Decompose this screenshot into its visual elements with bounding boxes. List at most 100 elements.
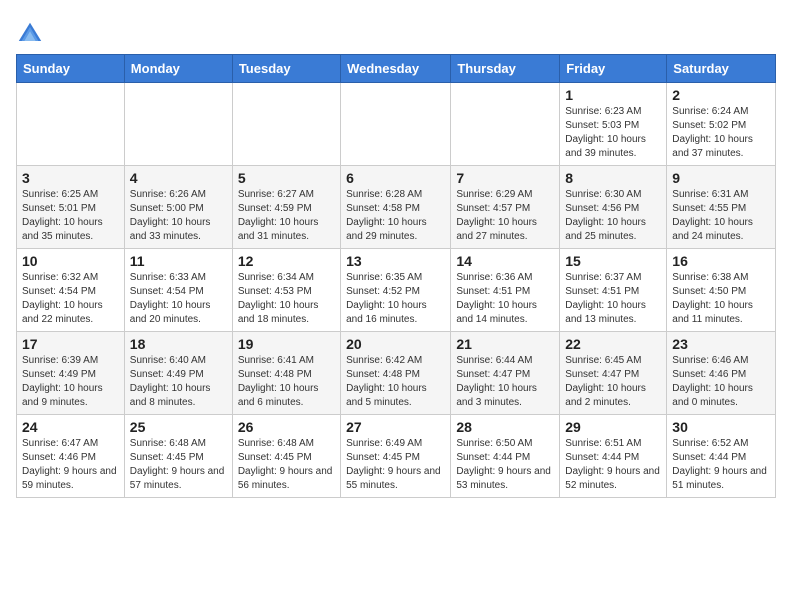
calendar-cell: 22Sunrise: 6:45 AM Sunset: 4:47 PM Dayli… — [560, 332, 667, 415]
calendar-cell: 8 Sunrise: 6:30 AM Sunset: 4:56 PM Daylig… — [560, 166, 667, 249]
calendar-body: 1Sunrise: 6:23 AM Sunset: 5:03 PM Daylig… — [17, 83, 776, 498]
calendar-cell — [232, 83, 340, 166]
header-row — [16, 16, 776, 48]
cell-info: Sunrise: 6:28 AM Sunset: 4:58 PM Dayligh… — [346, 188, 445, 244]
cell-info: Sunrise: 6:42 AM Sunset: 4:48 PM Dayligh… — [346, 354, 445, 410]
cell-info: Sunrise: 6:27 AM Sunset: 4:59 PM Dayligh… — [238, 188, 335, 244]
day-of-week-header: Tuesday — [232, 55, 340, 83]
cell-day-number: 13 — [346, 253, 445, 269]
calendar-cell: 4 Sunrise: 6:26 AM Sunset: 5:00 PM Daylig… — [124, 166, 232, 249]
calendar-cell: 2 Sunrise: 6:24 AM Sunset: 5:02 PM Daylig… — [667, 83, 776, 166]
cell-day-number: 29 — [565, 419, 661, 435]
calendar-cell: 28 Sunrise: 6:50 AM Sunset: 4:44 PM Dayli… — [451, 415, 560, 498]
cell-day-number: 20 — [346, 336, 445, 352]
cell-day-number: 5 — [238, 170, 335, 186]
calendar-cell — [341, 83, 451, 166]
cell-day-number: 1 — [565, 87, 661, 103]
cell-info: Sunrise: 6:52 AM Sunset: 4:44 PM Dayligh… — [672, 437, 770, 493]
cell-info: Sunrise: 6:48 AM Sunset: 4:45 PM Dayligh… — [238, 437, 335, 493]
cell-day-number: 9 — [672, 170, 770, 186]
calendar-cell — [451, 83, 560, 166]
calendar-cell: 13 Sunrise: 6:35 AM Sunset: 4:52 PM Dayli… — [341, 249, 451, 332]
calendar-cell — [17, 83, 125, 166]
calendar-cell: 30 Sunrise: 6:52 AM Sunset: 4:44 PM Dayli… — [667, 415, 776, 498]
calendar-table: SundayMondayTuesdayWednesdayThursdayFrid… — [16, 54, 776, 498]
calendar-cell: 20 Sunrise: 6:42 AM Sunset: 4:48 PM Dayli… — [341, 332, 451, 415]
calendar-cell: 11 Sunrise: 6:33 AM Sunset: 4:54 PM Dayli… — [124, 249, 232, 332]
cell-info: Sunrise: 6:31 AM Sunset: 4:55 PM Dayligh… — [672, 188, 770, 244]
cell-day-number: 30 — [672, 419, 770, 435]
header-row: SundayMondayTuesdayWednesdayThursdayFrid… — [17, 55, 776, 83]
cell-info: Sunrise: 6:49 AM Sunset: 4:45 PM Dayligh… — [346, 437, 445, 493]
cell-info: Sunrise: 6:39 AM Sunset: 4:49 PM Dayligh… — [22, 354, 119, 410]
cell-info: Sunrise: 6:26 AM Sunset: 5:00 PM Dayligh… — [130, 188, 227, 244]
calendar-cell: 12 Sunrise: 6:34 AM Sunset: 4:53 PM Dayli… — [232, 249, 340, 332]
calendar-cell: 7 Sunrise: 6:29 AM Sunset: 4:57 PM Daylig… — [451, 166, 560, 249]
cell-info: Sunrise: 6:33 AM Sunset: 4:54 PM Dayligh… — [130, 271, 227, 327]
calendar-cell: 15Sunrise: 6:37 AM Sunset: 4:51 PM Dayli… — [560, 249, 667, 332]
cell-info: Sunrise: 6:32 AM Sunset: 4:54 PM Dayligh… — [22, 271, 119, 327]
calendar-cell: 3 Sunrise: 6:25 AM Sunset: 5:01 PM Daylig… — [17, 166, 125, 249]
cell-day-number: 26 — [238, 419, 335, 435]
cell-day-number: 24 — [22, 419, 119, 435]
cell-day-number: 6 — [346, 170, 445, 186]
calendar-cell: 21Sunrise: 6:44 AM Sunset: 4:47 PM Dayli… — [451, 332, 560, 415]
calendar-cell: 24Sunrise: 6:47 AM Sunset: 4:46 PM Dayli… — [17, 415, 125, 498]
cell-day-number: 19 — [238, 336, 335, 352]
logo — [16, 20, 48, 48]
calendar-cell: 9 Sunrise: 6:31 AM Sunset: 4:55 PM Daylig… — [667, 166, 776, 249]
calendar-cell — [124, 83, 232, 166]
cell-info: Sunrise: 6:48 AM Sunset: 4:45 PM Dayligh… — [130, 437, 227, 493]
cell-day-number: 27 — [346, 419, 445, 435]
day-of-week-header: Saturday — [667, 55, 776, 83]
cell-day-number: 25 — [130, 419, 227, 435]
day-of-week-header: Sunday — [17, 55, 125, 83]
cell-day-number: 4 — [130, 170, 227, 186]
cell-day-number: 12 — [238, 253, 335, 269]
day-of-week-header: Wednesday — [341, 55, 451, 83]
cell-info: Sunrise: 6:38 AM Sunset: 4:50 PM Dayligh… — [672, 271, 770, 327]
calendar-cell: 14Sunrise: 6:36 AM Sunset: 4:51 PM Dayli… — [451, 249, 560, 332]
calendar-week-row: 17 Sunrise: 6:39 AM Sunset: 4:49 PM Dayli… — [17, 332, 776, 415]
logo-icon — [16, 20, 44, 48]
cell-day-number: 16 — [672, 253, 770, 269]
cell-info: Sunrise: 6:30 AM Sunset: 4:56 PM Dayligh… — [565, 188, 661, 244]
calendar-week-row: 10 Sunrise: 6:32 AM Sunset: 4:54 PM Dayli… — [17, 249, 776, 332]
page: SundayMondayTuesdayWednesdayThursdayFrid… — [0, 0, 792, 508]
calendar-cell: 10 Sunrise: 6:32 AM Sunset: 4:54 PM Dayli… — [17, 249, 125, 332]
cell-day-number: 3 — [22, 170, 119, 186]
cell-info: Sunrise: 6:41 AM Sunset: 4:48 PM Dayligh… — [238, 354, 335, 410]
calendar-week-row: 3 Sunrise: 6:25 AM Sunset: 5:01 PM Daylig… — [17, 166, 776, 249]
calendar-cell: 18Sunrise: 6:40 AM Sunset: 4:49 PM Dayli… — [124, 332, 232, 415]
calendar-cell: 16 Sunrise: 6:38 AM Sunset: 4:50 PM Dayli… — [667, 249, 776, 332]
cell-info: Sunrise: 6:51 AM Sunset: 4:44 PM Dayligh… — [565, 437, 661, 493]
calendar-week-row: 1Sunrise: 6:23 AM Sunset: 5:03 PM Daylig… — [17, 83, 776, 166]
cell-info: Sunrise: 6:24 AM Sunset: 5:02 PM Dayligh… — [672, 105, 770, 161]
calendar-cell: 1Sunrise: 6:23 AM Sunset: 5:03 PM Daylig… — [560, 83, 667, 166]
calendar-cell: 17 Sunrise: 6:39 AM Sunset: 4:49 PM Dayli… — [17, 332, 125, 415]
cell-day-number: 8 — [565, 170, 661, 186]
cell-day-number: 15 — [565, 253, 661, 269]
calendar-cell: 26 Sunrise: 6:48 AM Sunset: 4:45 PM Dayli… — [232, 415, 340, 498]
cell-info: Sunrise: 6:34 AM Sunset: 4:53 PM Dayligh… — [238, 271, 335, 327]
calendar-cell: 27 Sunrise: 6:49 AM Sunset: 4:45 PM Dayli… — [341, 415, 451, 498]
calendar-header: SundayMondayTuesdayWednesdayThursdayFrid… — [17, 55, 776, 83]
calendar-cell: 6 Sunrise: 6:28 AM Sunset: 4:58 PM Daylig… — [341, 166, 451, 249]
day-of-week-header: Monday — [124, 55, 232, 83]
cell-info: Sunrise: 6:29 AM Sunset: 4:57 PM Dayligh… — [456, 188, 554, 244]
cell-info: Sunrise: 6:44 AM Sunset: 4:47 PM Dayligh… — [456, 354, 554, 410]
calendar-cell: 19 Sunrise: 6:41 AM Sunset: 4:48 PM Dayli… — [232, 332, 340, 415]
cell-info: Sunrise: 6:25 AM Sunset: 5:01 PM Dayligh… — [22, 188, 119, 244]
cell-day-number: 11 — [130, 253, 227, 269]
calendar-week-row: 24Sunrise: 6:47 AM Sunset: 4:46 PM Dayli… — [17, 415, 776, 498]
cell-info: Sunrise: 6:50 AM Sunset: 4:44 PM Dayligh… — [456, 437, 554, 493]
calendar-cell: 29 Sunrise: 6:51 AM Sunset: 4:44 PM Dayli… — [560, 415, 667, 498]
calendar-cell: 25 Sunrise: 6:48 AM Sunset: 4:45 PM Dayli… — [124, 415, 232, 498]
cell-day-number: 28 — [456, 419, 554, 435]
cell-day-number: 10 — [22, 253, 119, 269]
cell-day-number: 2 — [672, 87, 770, 103]
cell-info: Sunrise: 6:35 AM Sunset: 4:52 PM Dayligh… — [346, 271, 445, 327]
cell-day-number: 7 — [456, 170, 554, 186]
cell-day-number: 17 — [22, 336, 119, 352]
cell-info: Sunrise: 6:46 AM Sunset: 4:46 PM Dayligh… — [672, 354, 770, 410]
